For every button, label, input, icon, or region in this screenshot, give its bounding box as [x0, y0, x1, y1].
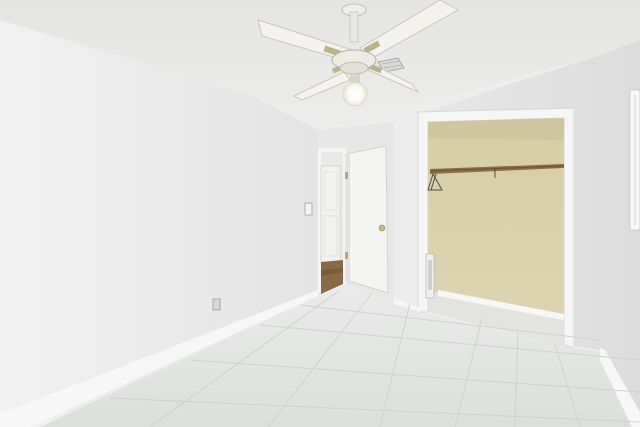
window-edge [629, 89, 640, 231]
light-bulb [342, 81, 368, 107]
door-knob [378, 224, 386, 232]
closet-interior [428, 118, 564, 318]
wall-outlet [212, 298, 221, 311]
closet [417, 107, 575, 349]
bedroom-door [345, 145, 389, 294]
hallway-doorway [318, 148, 346, 294]
room-photo [0, 0, 640, 427]
light-switch [304, 202, 313, 216]
